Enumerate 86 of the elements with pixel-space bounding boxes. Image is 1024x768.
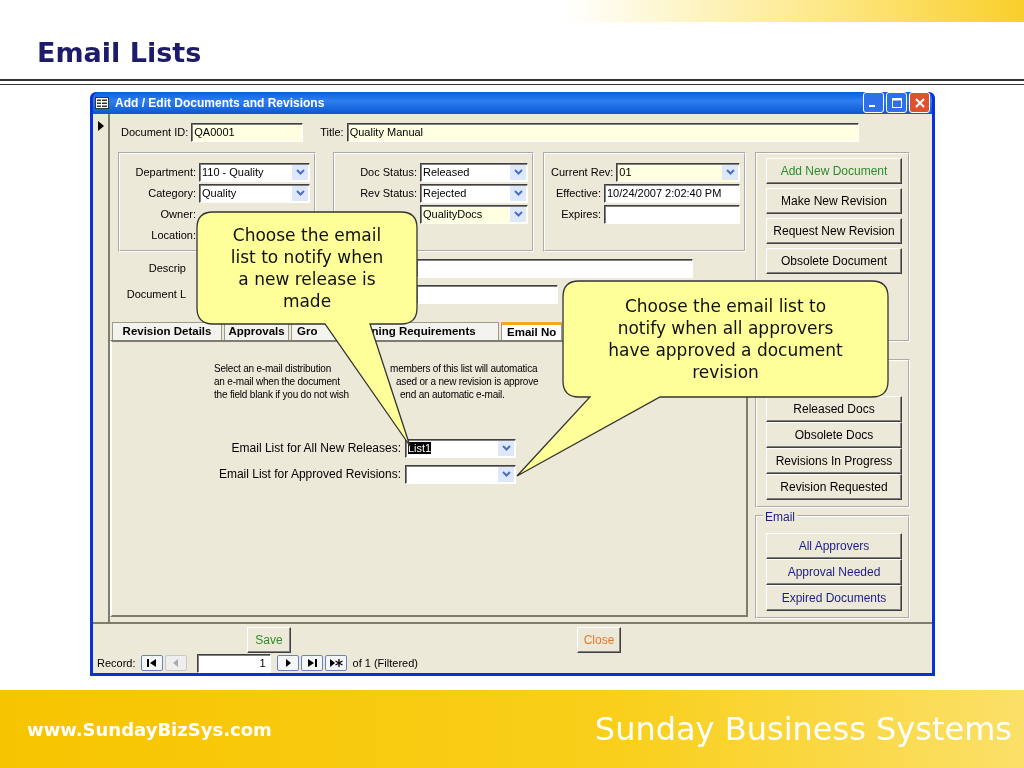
- field-label: Document L: [125, 288, 187, 301]
- field-label: Email List for Approved Revisions:: [217, 467, 402, 482]
- callout-text: Choose the email: [232, 223, 382, 246]
- field-label: Department:: [135, 166, 196, 179]
- callout-text: a new release is: [238, 267, 376, 290]
- form-icon: [95, 96, 109, 109]
- action-button[interactable]: Add New Document: [766, 157, 902, 184]
- field-label: Location:: [151, 229, 196, 242]
- maximize-button[interactable]: [886, 92, 907, 114]
- email-button[interactable]: Approval Needed: [766, 558, 902, 585]
- field-label: Effective:: [555, 187, 601, 200]
- company-name: Sunday Business Systems: [594, 710, 1012, 749]
- callout-text: Choose the email list to: [624, 294, 827, 317]
- instruction-text: Select an e-mail distribution: [214, 361, 333, 375]
- next-record-button[interactable]: [276, 655, 299, 672]
- field-label: Category:: [148, 187, 196, 200]
- dropdown-field[interactable]: 01: [616, 162, 740, 182]
- chevron-down-icon: [295, 190, 305, 197]
- slide-title: Email Lists: [37, 36, 202, 68]
- group-legend: Email: [763, 509, 797, 524]
- text-field[interactable]: [416, 284, 558, 304]
- email-button[interactable]: Expired Documents: [766, 584, 902, 611]
- chevron-down-icon: [501, 471, 511, 478]
- record-number-field[interactable]: 1: [196, 653, 271, 673]
- close-button[interactable]: [909, 92, 930, 114]
- field-label: Rev Status:: [360, 187, 417, 200]
- instruction-text: an e-mail when the document: [214, 374, 341, 388]
- field-label: Title:: [320, 126, 344, 139]
- field-label: Expires:: [561, 208, 601, 221]
- dropdown-field[interactable]: Released: [420, 162, 528, 182]
- field-label: Document ID:: [121, 126, 189, 139]
- action-button[interactable]: Make New Revision: [766, 187, 902, 214]
- first-record-icon: [144, 658, 159, 669]
- chevron-down-icon: [501, 445, 511, 452]
- instruction-text: ased or a new revision is approve: [396, 374, 539, 388]
- text-field[interactable]: [416, 258, 693, 278]
- filter-button[interactable]: Revisions In Progress: [766, 447, 902, 474]
- dropdown-field[interactable]: Rejected: [420, 183, 528, 203]
- current-record-icon: [97, 120, 104, 131]
- dropdown-field[interactable]: List1: [405, 438, 516, 458]
- record-count: of 1 (Filtered): [352, 657, 418, 670]
- dropdown-field[interactable]: [405, 464, 516, 484]
- dropdown-field[interactable]: 110 - Quality: [199, 162, 310, 182]
- filter-button[interactable]: Revision Requested: [766, 473, 902, 500]
- action-button[interactable]: Obsolete Document: [766, 247, 902, 274]
- field-label: Owner:: [160, 208, 196, 221]
- callout-text: made: [282, 289, 332, 312]
- chevron-down-icon: [513, 169, 523, 176]
- chevron-down-icon: [725, 169, 735, 176]
- first-record-button[interactable]: [140, 655, 163, 672]
- chevron-down-icon: [513, 190, 523, 197]
- last-record-button[interactable]: [300, 655, 323, 672]
- text-field[interactable]: Quality Manual: [346, 122, 859, 142]
- callout-text: have approved a document: [608, 338, 843, 361]
- dropdown-field[interactable]: QualityDocs: [420, 204, 528, 224]
- field-label: Email List for All New Releases:: [230, 441, 402, 456]
- dropdown-field[interactable]: Quality: [199, 183, 310, 203]
- instruction-text: the field blank if you do not wish: [214, 387, 350, 401]
- minimize-icon: [869, 105, 875, 108]
- field-label: Doc Status:: [360, 166, 417, 179]
- instruction-text: members of this list will automatica: [390, 361, 538, 375]
- maximize-icon: [891, 97, 902, 108]
- new-record-icon: [328, 658, 343, 669]
- tab[interactable]: Email No: [501, 321, 563, 340]
- field-label: Descrip: [147, 262, 187, 275]
- field-label: Current Rev:: [551, 166, 614, 179]
- record-label: Record:: [97, 657, 136, 670]
- tab[interactable]: Revision Details: [112, 321, 222, 340]
- new-record-button[interactable]: [324, 655, 347, 672]
- instruction-text: end an automatic e-mail.: [400, 387, 505, 401]
- callout-text: notify when all approvers: [617, 316, 834, 339]
- chevron-down-icon: [513, 211, 523, 218]
- window-title: Add / Edit Documents and Revisions: [115, 95, 325, 110]
- filter-button[interactable]: Obsolete Docs: [766, 421, 902, 448]
- chevron-down-icon: [295, 169, 305, 176]
- text-field[interactable]: 10/24/2007 2:02:40 PM: [604, 183, 740, 203]
- save-button[interactable]: Save: [247, 626, 291, 653]
- website-text: www.SundayBizSys.com: [27, 718, 272, 740]
- action-button[interactable]: Request New Revision: [766, 217, 902, 244]
- close-icon: [914, 97, 925, 108]
- text-field[interactable]: QA0001: [191, 122, 304, 142]
- text-field[interactable]: [604, 204, 740, 224]
- callout-text: revision: [692, 360, 759, 383]
- minimize-button[interactable]: [863, 92, 884, 114]
- callout-text: list to notify when: [230, 245, 384, 268]
- email-button[interactable]: All Approvers: [766, 532, 902, 559]
